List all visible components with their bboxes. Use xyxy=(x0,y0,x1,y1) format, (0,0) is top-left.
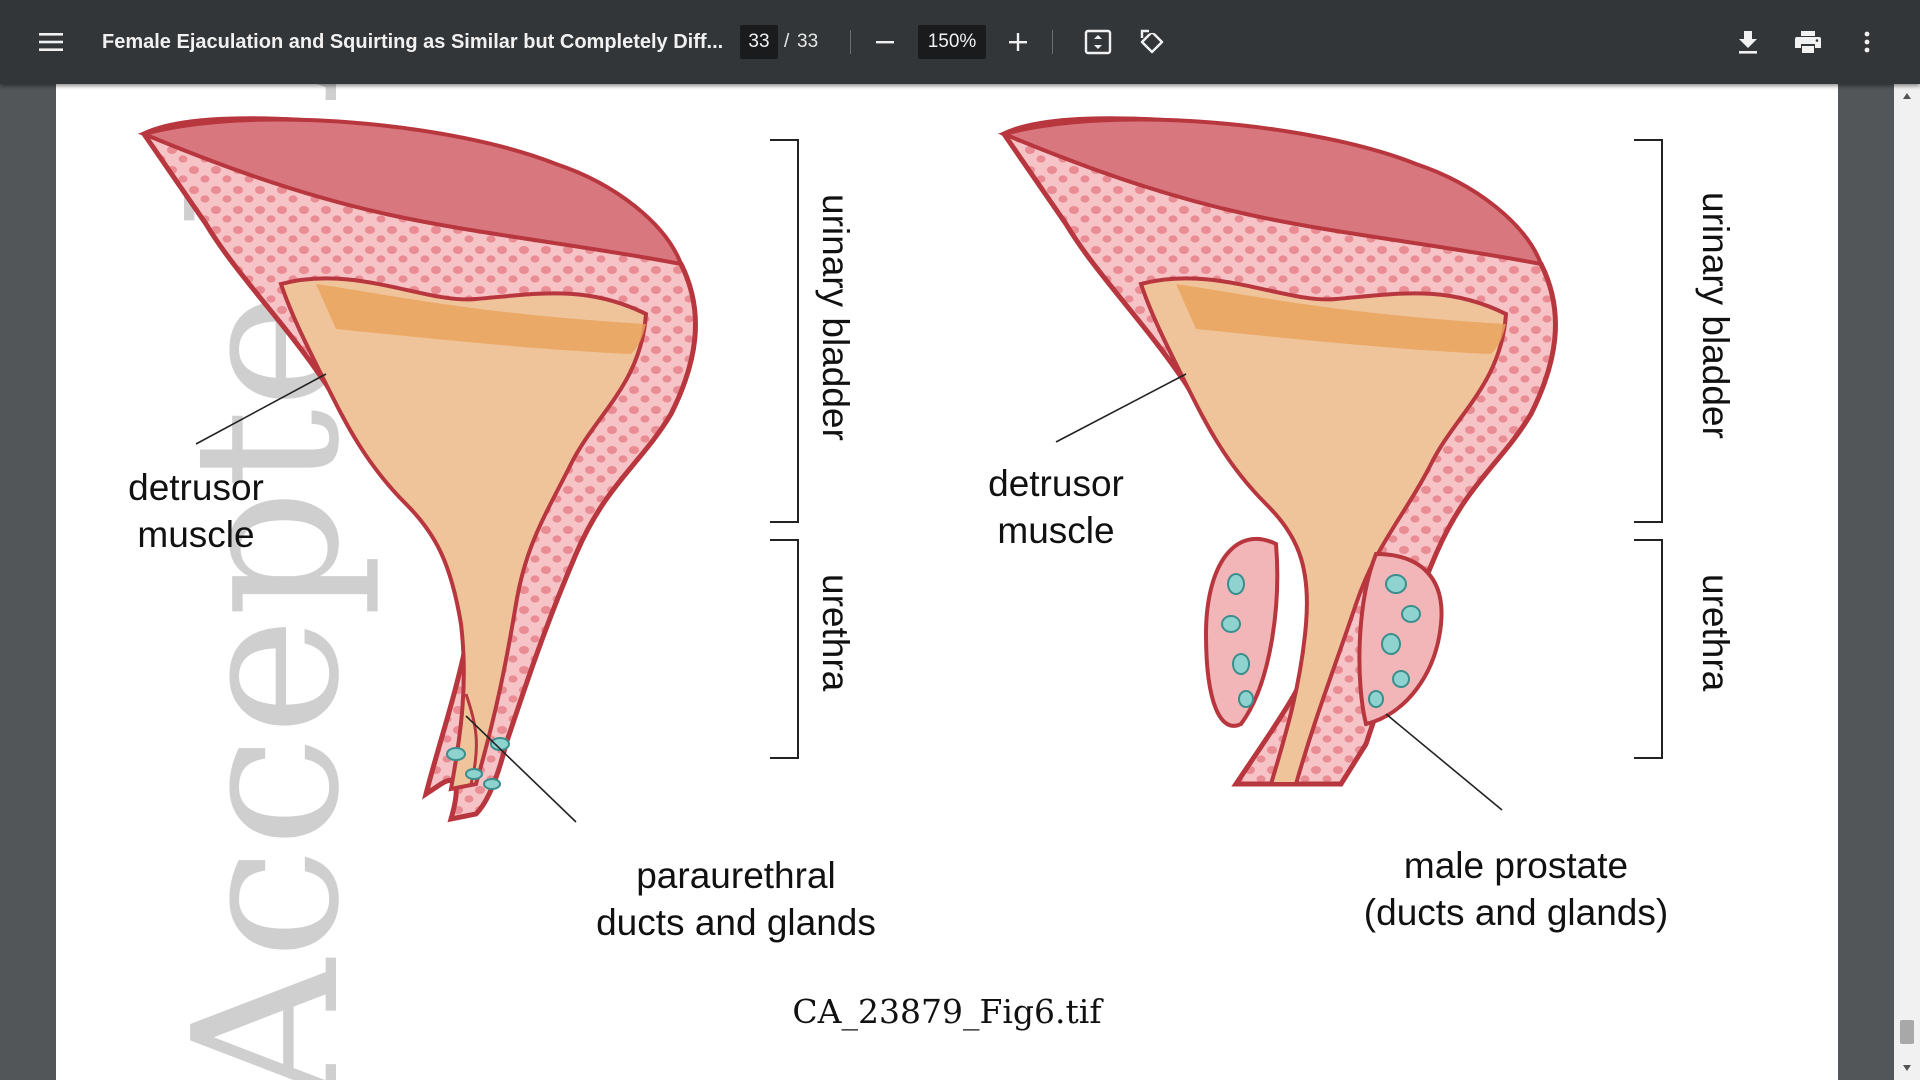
print-icon xyxy=(1795,31,1821,53)
right-detrusor-line2: muscle xyxy=(997,510,1115,551)
scroll-up-button[interactable] xyxy=(1894,84,1920,108)
left-detrusor-muscle-label: detrusor muscle xyxy=(106,464,286,558)
paraurethral-glands-label: paraurethral ducts and glands xyxy=(516,852,956,946)
male-prostate-line2: (ducts and glands) xyxy=(1363,892,1669,933)
download-button[interactable] xyxy=(1730,0,1766,84)
left-urinary-bladder-label: urinary bladder xyxy=(815,194,856,441)
plus-icon xyxy=(1009,33,1027,51)
menu-button[interactable] xyxy=(26,0,76,84)
minus-icon xyxy=(876,41,894,44)
total-pages: 33 xyxy=(797,31,819,52)
paraurethral-line2: ducts and glands xyxy=(596,902,876,943)
pdf-page: Accepted Article urinary bladder urethra… xyxy=(56,84,1838,1080)
right-detrusor-muscle-label: detrusor muscle xyxy=(966,460,1146,554)
print-button[interactable] xyxy=(1790,0,1826,84)
download-icon xyxy=(1739,31,1757,54)
scroll-up-arrow-icon xyxy=(1903,93,1911,99)
male-prostate-line1: male prostate xyxy=(1403,845,1629,886)
scrollbar-thumb[interactable] xyxy=(1900,1020,1914,1044)
fit-to-page-button[interactable] xyxy=(1080,0,1116,84)
rotate-icon xyxy=(1140,28,1164,54)
toolbar-divider xyxy=(1052,30,1053,54)
right-urinary-bladder-label: urinary bladder xyxy=(1695,192,1736,439)
hamburger-menu-icon xyxy=(39,33,63,51)
pdf-toolbar: Female Ejaculation and Squirting as Simi… xyxy=(0,0,1920,84)
vertical-scrollbar[interactable] xyxy=(1894,84,1920,1080)
right-detrusor-line1: detrusor xyxy=(988,463,1124,504)
current-page-input[interactable]: 33 xyxy=(740,25,778,59)
more-vert-icon xyxy=(1864,31,1870,53)
page-separator: / xyxy=(784,31,790,52)
scroll-down-button[interactable] xyxy=(1894,1056,1920,1080)
rotate-button[interactable] xyxy=(1134,0,1170,84)
paraurethral-line1: paraurethral xyxy=(636,855,836,896)
more-actions-button[interactable] xyxy=(1852,0,1882,84)
left-detrusor-line2: muscle xyxy=(137,514,255,555)
right-urethra-label: urethra xyxy=(1695,574,1736,692)
left-urethra-label: urethra xyxy=(815,574,856,692)
zoom-out-button[interactable] xyxy=(870,0,900,84)
fit-page-icon xyxy=(1084,29,1112,55)
figure-caption: CA_23879_Fig6.tif xyxy=(792,992,1102,1031)
male-prostate-label: male prostate (ducts and glands) xyxy=(1326,842,1706,936)
scroll-down-arrow-icon xyxy=(1903,1065,1911,1071)
document-title: Female Ejaculation and Squirting as Simi… xyxy=(102,30,722,53)
zoom-in-button[interactable] xyxy=(1002,0,1034,84)
left-detrusor-line1: detrusor xyxy=(128,467,264,508)
toolbar-divider xyxy=(850,30,851,54)
zoom-level-input[interactable]: 150% xyxy=(918,25,986,59)
